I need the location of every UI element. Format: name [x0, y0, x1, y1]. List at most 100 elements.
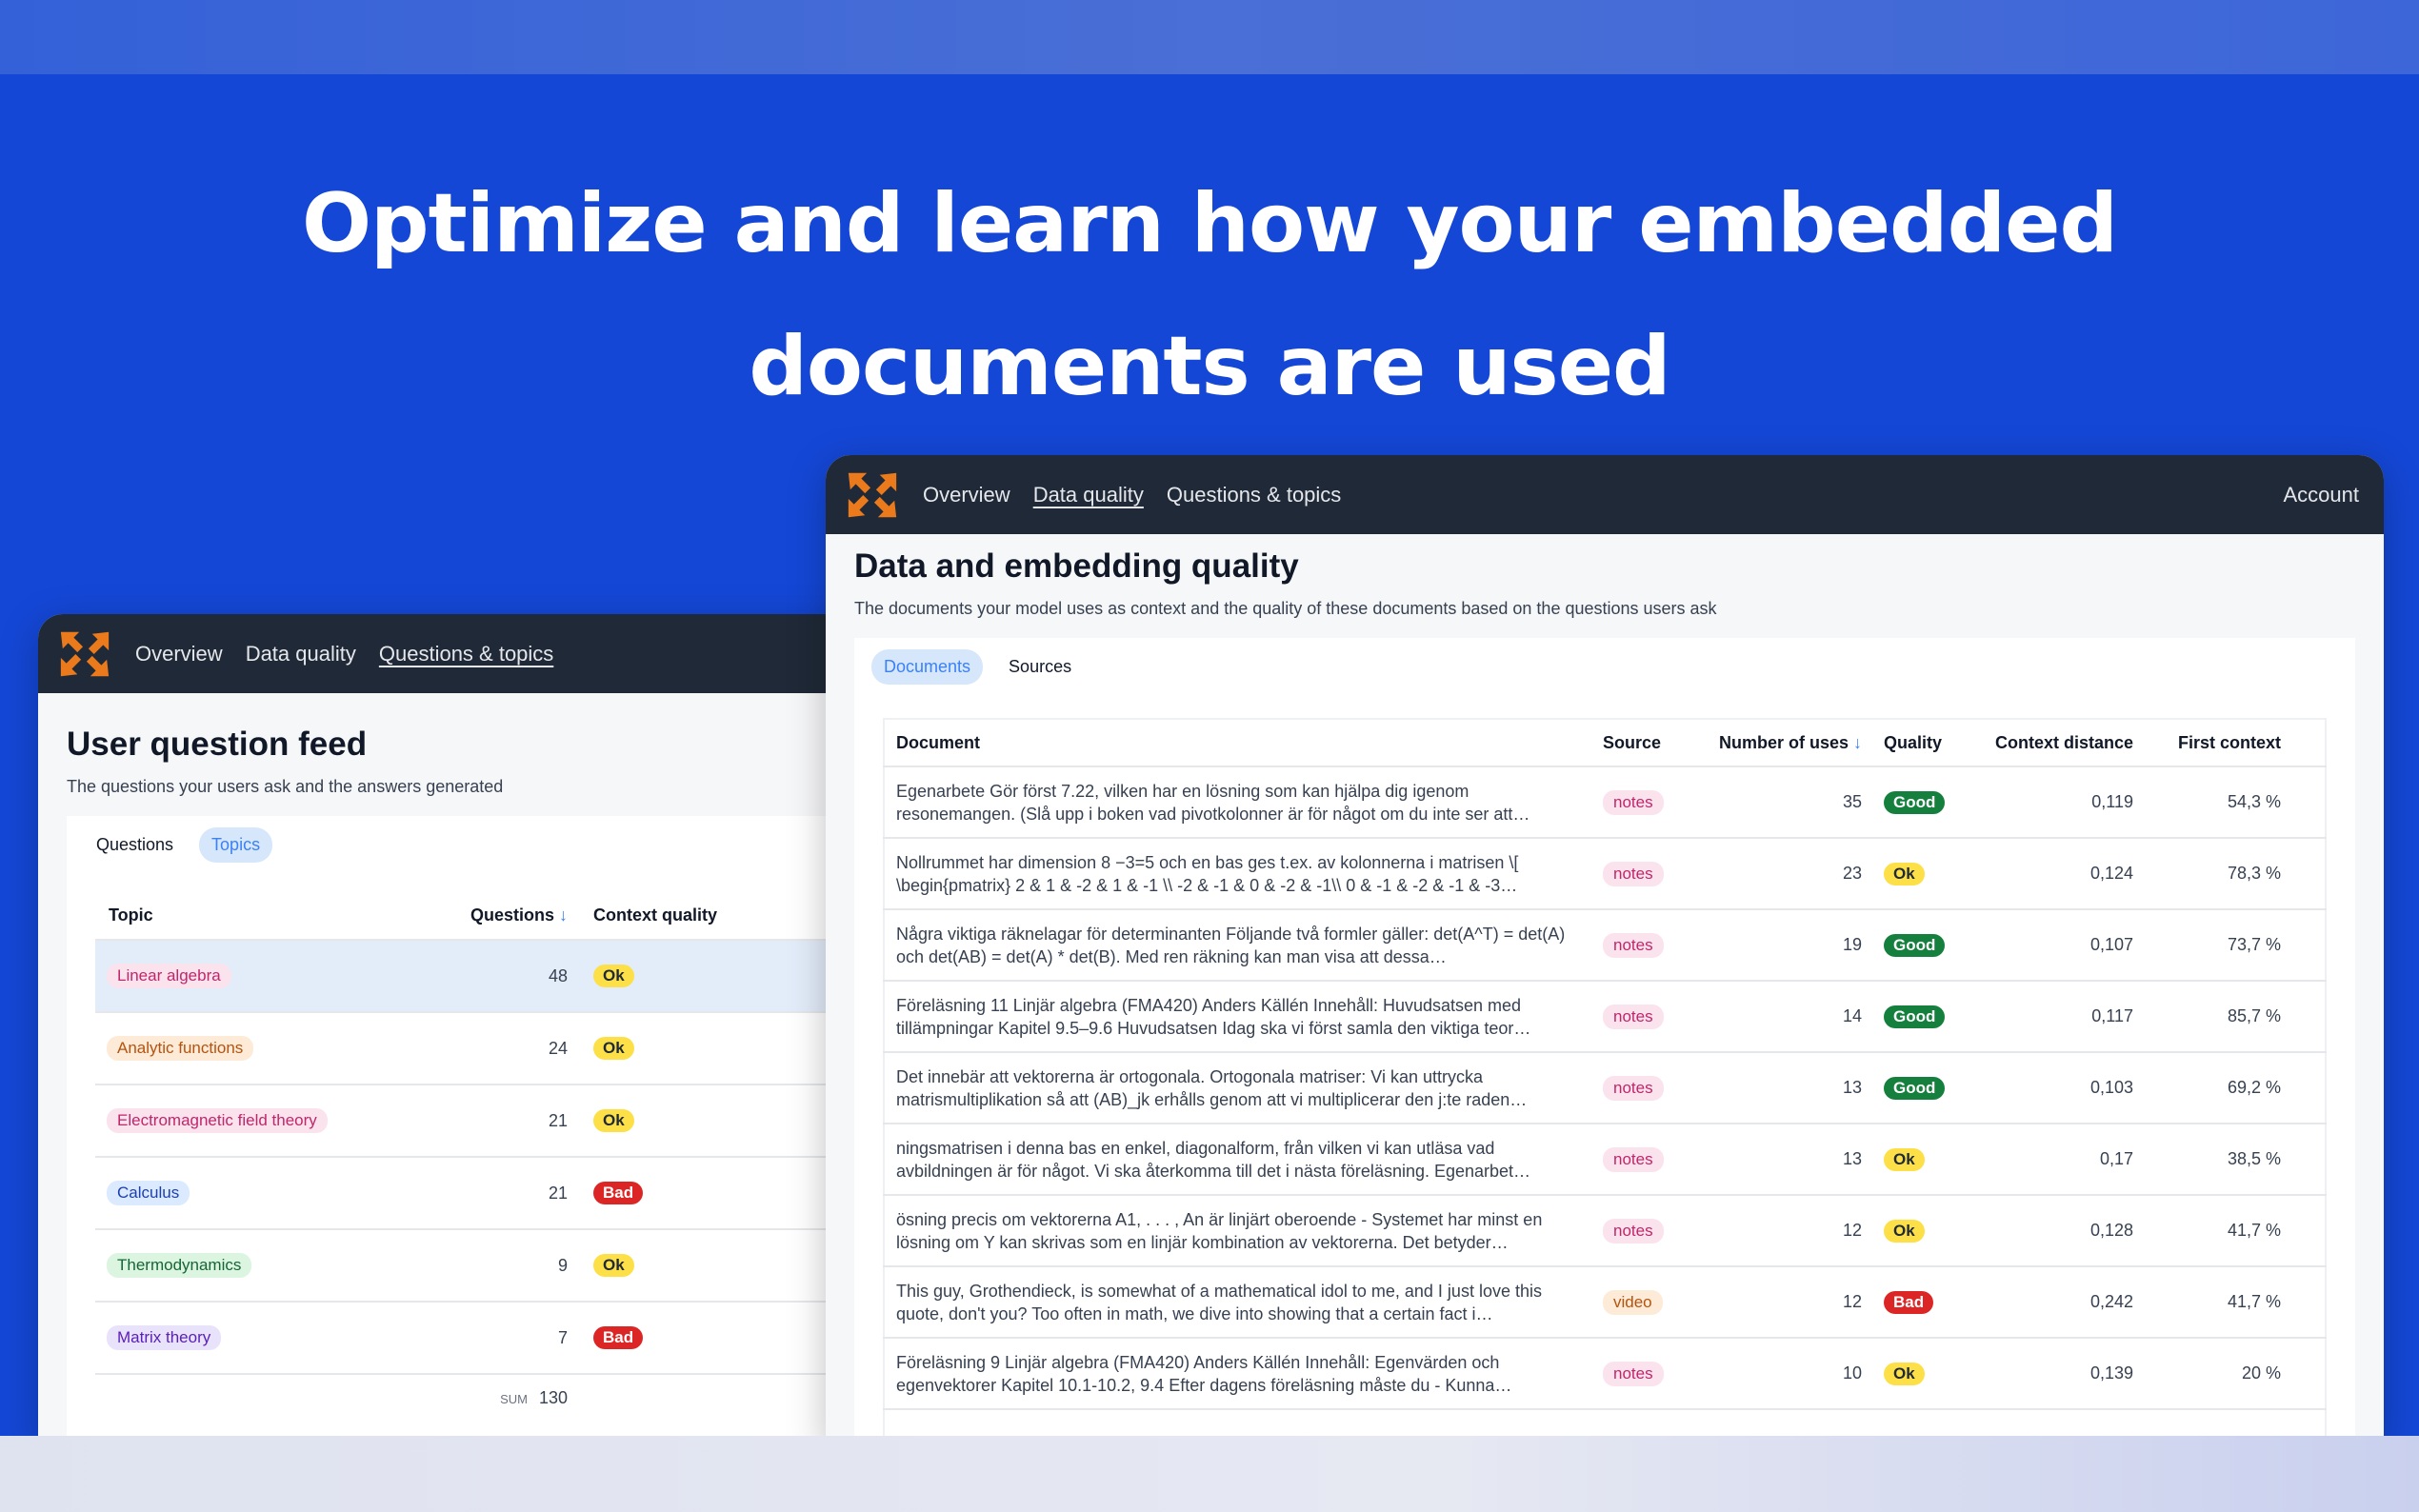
document-row[interactable]: ösning precis om vektorerna A1, . . . , …	[884, 1194, 2326, 1266]
topic-tag[interactable]: Matrix theory	[107, 1325, 222, 1350]
uses-count: 13	[1699, 1051, 1863, 1124]
page-subtitle: The documents your model uses as context…	[854, 599, 1717, 618]
col-context-distance[interactable]: Context distance	[1989, 719, 2134, 766]
first-context: 20 %	[2134, 1337, 2326, 1409]
document-row[interactable]: Egenarbete Gör först 7.22, vilken har en…	[884, 766, 2326, 838]
questions-count: 9	[452, 1228, 569, 1302]
quality-badge: Good	[1884, 933, 1946, 957]
source-tag[interactable]: video	[1603, 1289, 1663, 1315]
right-navbar: Overview Data quality Questions & topics…	[826, 455, 2384, 534]
col-document[interactable]: Document	[884, 719, 1602, 766]
col-questions-label: Questions	[470, 905, 554, 925]
document-text[interactable]: Egenarbete Gör först 7.22, vilken har en…	[896, 780, 1582, 826]
arrow-down-icon: ↓	[559, 905, 568, 925]
document-row[interactable]: ningsmatrisen i denna bas en enkel, diag…	[884, 1123, 2326, 1195]
quality-badge: Ok	[1884, 1147, 1925, 1171]
topic-row[interactable]: Linear algebra 48 Ok	[95, 939, 876, 1012]
col-number-of-uses[interactable]: Number of uses ↓	[1699, 719, 1863, 766]
document-text[interactable]: Nollrummet har dimension 8 −3=5 och en b…	[896, 851, 1582, 897]
context-distance: 0,242	[1989, 1265, 2134, 1338]
source-tag[interactable]: notes	[1603, 789, 1664, 815]
document-row[interactable]: Några viktiga räknelagar för determinant…	[884, 908, 2326, 981]
sum-label: SUM	[500, 1392, 528, 1406]
source-cell: notes	[1602, 1123, 1699, 1195]
topic-tag[interactable]: Calculus	[107, 1181, 190, 1205]
nav-data-quality[interactable]: Data quality	[1033, 483, 1144, 507]
left-navbar: Overview Data quality Questions & topics	[38, 614, 876, 693]
source-tag[interactable]: notes	[1603, 1075, 1664, 1101]
context-distance: 0,128	[1989, 1194, 2134, 1266]
context-distance: 0,139	[1989, 1337, 2134, 1409]
source-tag[interactable]: notes	[1603, 1361, 1664, 1386]
document-text[interactable]: Föreläsning 11 Linjär algebra (FMA420) A…	[896, 994, 1582, 1040]
col-first-context[interactable]: First context	[2134, 719, 2326, 766]
col-questions[interactable]: Questions ↓	[452, 892, 569, 940]
topic-row[interactable]: Calculus 21 Bad	[95, 1156, 876, 1229]
document-text[interactable]: ningsmatrisen i denna bas en enkel, diag…	[896, 1137, 1582, 1183]
topic-cell: Analytic functions	[95, 1011, 452, 1084]
arrows-logo-icon[interactable]	[845, 468, 900, 523]
source-tag[interactable]: notes	[1603, 1218, 1664, 1243]
topic-row[interactable]: Thermodynamics 9 Ok	[95, 1228, 876, 1302]
col-quality[interactable]: Quality	[1863, 719, 1989, 766]
topic-row[interactable]: Matrix theory 7 Bad	[95, 1301, 876, 1374]
quality-badge: Ok	[1884, 862, 1925, 885]
document-text[interactable]: Föreläsning 9 Linjär algebra (FMA420) An…	[896, 1351, 1582, 1397]
document-text[interactable]: ösning precis om vektorerna A1, . . . , …	[896, 1208, 1582, 1254]
topic-tag[interactable]: Electromagnetic field theory	[107, 1108, 328, 1133]
document-cell: This guy, Grothendieck, is somewhat of a…	[884, 1265, 1602, 1338]
document-row[interactable]: Det innebär att vektorerna är ortogonala…	[884, 1051, 2326, 1124]
nav-questions-topics[interactable]: Questions & topics	[1167, 483, 1341, 507]
tab-topics[interactable]: Topics	[199, 826, 273, 863]
source-tag[interactable]: notes	[1603, 861, 1664, 886]
questions-count: 48	[452, 939, 569, 1012]
uses-count: 10	[1699, 1337, 1863, 1409]
document-cell: Några viktiga räknelagar för determinant…	[884, 908, 1602, 981]
document-cell: ningsmatrisen i denna bas en enkel, diag…	[884, 1123, 1602, 1195]
questions-count: 21	[452, 1156, 569, 1229]
context-distance: 0,119	[1989, 766, 2134, 838]
tab-documents[interactable]: Documents	[871, 648, 984, 685]
quality-cell: Good	[1863, 766, 1989, 838]
nav-data-quality[interactable]: Data quality	[246, 642, 356, 666]
topic-tag[interactable]: Linear algebra	[107, 964, 231, 988]
questions-count: 24	[452, 1011, 569, 1084]
document-text[interactable]: Några viktiga räknelagar för determinant…	[896, 923, 1582, 968]
document-row[interactable]: This guy, Grothendieck, is somewhat of a…	[884, 1265, 2326, 1338]
document-cell: ösning precis om vektorerna A1, . . . , …	[884, 1194, 1602, 1266]
topic-row[interactable]: Electromagnetic field theory 21 Ok	[95, 1084, 876, 1157]
uses-count: 13	[1699, 1123, 1863, 1195]
col-source[interactable]: Source	[1602, 719, 1699, 766]
document-row[interactable]: Föreläsning 11 Linjär algebra (FMA420) A…	[884, 980, 2326, 1052]
questions-count: 7	[452, 1301, 569, 1374]
tab-sources[interactable]: Sources	[996, 649, 1084, 685]
nav-questions-topics[interactable]: Questions & topics	[379, 642, 553, 666]
left-panel: Questions Topics Topic Questions ↓ Conte…	[67, 816, 876, 1442]
source-cell: notes	[1602, 908, 1699, 981]
right-panel: Documents Sources Document Source Number…	[854, 638, 2355, 1445]
col-topic[interactable]: Topic	[95, 892, 452, 940]
tab-questions[interactable]: Questions	[84, 827, 186, 863]
source-tag[interactable]: notes	[1603, 1004, 1664, 1029]
document-text[interactable]: Det innebär att vektorerna är ortogonala…	[896, 1065, 1582, 1111]
document-row[interactable]: Nollrummet har dimension 8 −3=5 och en b…	[884, 837, 2326, 909]
topic-row[interactable]: Analytic functions 24 Ok	[95, 1011, 876, 1084]
topic-cell: Electromagnetic field theory	[95, 1084, 452, 1157]
arrows-logo-icon[interactable]	[57, 627, 112, 682]
first-context: 78,3 %	[2134, 837, 2326, 909]
topics-table: Topic Questions ↓ Context quality Linear…	[95, 892, 876, 1422]
source-tag[interactable]: notes	[1603, 932, 1664, 958]
quality-badge: Bad	[593, 1326, 644, 1349]
page-subtitle: The questions your users ask and the ans…	[67, 777, 504, 796]
topic-tag[interactable]: Analytic functions	[107, 1036, 254, 1061]
topic-tag[interactable]: Thermodynamics	[107, 1253, 252, 1278]
quality-badge: Ok	[1884, 1362, 1925, 1385]
source-tag[interactable]: notes	[1603, 1146, 1664, 1172]
document-text[interactable]: This guy, Grothendieck, is somewhat of a…	[896, 1280, 1582, 1325]
nav-overview[interactable]: Overview	[923, 483, 1010, 507]
document-row[interactable]: Föreläsning 9 Linjär algebra (FMA420) An…	[884, 1337, 2326, 1409]
nav-overview[interactable]: Overview	[135, 642, 223, 666]
source-cell: notes	[1602, 1194, 1699, 1266]
nav-account[interactable]: Account	[2284, 483, 2360, 507]
sum-value: 130	[538, 1388, 568, 1407]
